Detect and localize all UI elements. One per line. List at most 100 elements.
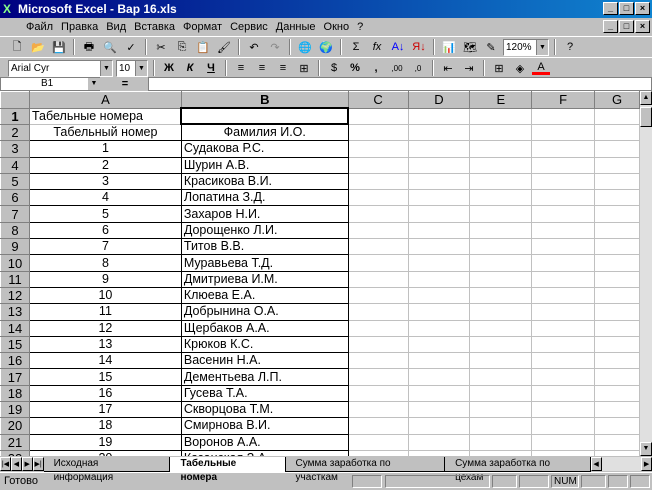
- cell[interactable]: [594, 417, 640, 435]
- menu-format[interactable]: Формат: [183, 18, 222, 36]
- cell[interactable]: [407, 286, 471, 305]
- column-header-F[interactable]: F: [531, 91, 596, 109]
- cell[interactable]: [469, 254, 533, 272]
- column-header-E[interactable]: E: [469, 91, 533, 109]
- row-header[interactable]: 15: [0, 335, 30, 354]
- zoom-select[interactable]: 120% ▼: [503, 38, 549, 56]
- cell[interactable]: [594, 205, 640, 223]
- decrease-decimal-icon[interactable]: ,0: [409, 60, 427, 77]
- office-assistant-icon[interactable]: ?: [561, 39, 579, 56]
- cell-a[interactable]: 1: [28, 140, 182, 158]
- cell[interactable]: [347, 384, 409, 403]
- cell-a[interactable]: 14: [28, 352, 182, 370]
- function-icon[interactable]: fx: [368, 39, 386, 56]
- menu-help[interactable]: ?: [357, 18, 363, 36]
- maximize-button[interactable]: □: [619, 2, 634, 15]
- cell[interactable]: [531, 417, 596, 435]
- cell[interactable]: [469, 238, 533, 256]
- cell[interactable]: [407, 384, 471, 403]
- cell[interactable]: [347, 319, 409, 337]
- cell[interactable]: [347, 417, 409, 435]
- cell[interactable]: [407, 401, 471, 419]
- cell[interactable]: [469, 352, 533, 370]
- cell[interactable]: [407, 417, 471, 435]
- formula-input[interactable]: [148, 77, 652, 91]
- cell-a[interactable]: 18: [28, 417, 182, 435]
- cell[interactable]: [407, 172, 471, 191]
- cell[interactable]: [531, 335, 596, 354]
- undo-icon[interactable]: ↶: [245, 39, 263, 56]
- cell-b[interactable]: Клюева Е.А.: [180, 286, 349, 305]
- row-header[interactable]: 16: [0, 352, 30, 370]
- column-header-C[interactable]: C: [347, 91, 409, 109]
- cell[interactable]: [531, 205, 596, 223]
- print-icon[interactable]: 🖶: [80, 39, 98, 56]
- cell[interactable]: [594, 140, 640, 158]
- cell[interactable]: [407, 140, 471, 158]
- cell[interactable]: [594, 319, 640, 337]
- cell-a[interactable]: 11: [28, 303, 182, 321]
- cell[interactable]: [407, 123, 471, 142]
- cell-a[interactable]: 10: [28, 286, 182, 305]
- row-header[interactable]: 4: [0, 156, 30, 174]
- cell[interactable]: [347, 303, 409, 321]
- column-header-A[interactable]: A: [28, 91, 182, 109]
- row-header[interactable]: 13: [0, 303, 30, 321]
- cell[interactable]: [469, 335, 533, 354]
- increase-indent-icon[interactable]: ⇥: [460, 60, 478, 77]
- row-header[interactable]: 21: [0, 433, 30, 451]
- cell[interactable]: [347, 433, 409, 451]
- cell[interactable]: [407, 433, 471, 451]
- cell-b[interactable]: Лопатина З.Д.: [180, 189, 349, 207]
- cell[interactable]: [531, 401, 596, 419]
- cell-a[interactable]: Табельный номер: [28, 123, 182, 142]
- save-icon[interactable]: 💾: [50, 39, 68, 56]
- cell[interactable]: [531, 303, 596, 321]
- fill-color-icon[interactable]: ◈: [511, 60, 529, 77]
- cell[interactable]: [469, 368, 533, 386]
- cell[interactable]: [531, 156, 596, 174]
- menu-data[interactable]: Данные: [276, 18, 316, 36]
- cell[interactable]: [594, 335, 640, 354]
- cell-b[interactable]: Титов В.В.: [180, 238, 349, 256]
- cell[interactable]: [594, 401, 640, 419]
- increase-decimal-icon[interactable]: ,00: [388, 60, 406, 77]
- menu-insert[interactable]: Вставка: [134, 18, 175, 36]
- spelling-icon[interactable]: ✓: [122, 39, 140, 56]
- doc-restore-button[interactable]: □: [619, 20, 634, 33]
- cell[interactable]: [407, 352, 471, 370]
- cell-b[interactable]: [180, 106, 350, 126]
- cell-a[interactable]: 13: [28, 335, 182, 354]
- cell[interactable]: [531, 352, 596, 370]
- cell-a[interactable]: 12: [28, 319, 182, 337]
- cell-b[interactable]: Дмитриева И.М.: [180, 270, 349, 288]
- cell[interactable]: [469, 270, 533, 288]
- cell[interactable]: [531, 433, 596, 451]
- sheet-tab-shops[interactable]: Сумма заработка по цехам: [445, 456, 591, 483]
- font-size-select[interactable]: 10 ▼: [116, 59, 148, 77]
- redo-icon[interactable]: ↷: [266, 39, 284, 56]
- underline-button[interactable]: Ч: [202, 60, 220, 77]
- cell-b[interactable]: Дементьева Л.П.: [180, 368, 349, 386]
- cell[interactable]: [347, 270, 409, 288]
- hyperlink-icon[interactable]: 🌐: [296, 39, 314, 56]
- cell[interactable]: [469, 319, 533, 337]
- cell-b[interactable]: Захаров Н.И.: [180, 205, 349, 223]
- cell[interactable]: [407, 368, 471, 386]
- doc-minimize-button[interactable]: _: [603, 20, 618, 33]
- cell-a[interactable]: Табельные номера: [28, 107, 182, 125]
- row-header[interactable]: 19: [0, 401, 30, 419]
- cell-b[interactable]: Гусева Т.А.: [180, 384, 349, 403]
- cell[interactable]: [469, 107, 533, 125]
- cell[interactable]: [594, 238, 640, 256]
- sort-descending-icon[interactable]: Я↓: [410, 39, 428, 56]
- cell[interactable]: [594, 384, 640, 403]
- cell[interactable]: [469, 221, 533, 240]
- first-sheet-icon[interactable]: |◀: [0, 457, 11, 471]
- cell-a[interactable]: 15: [28, 368, 182, 386]
- cell[interactable]: [594, 123, 640, 142]
- cell[interactable]: [594, 270, 640, 288]
- select-all-corner[interactable]: [0, 91, 30, 109]
- cell[interactable]: [469, 384, 533, 403]
- menu-file[interactable]: Файл: [26, 18, 53, 36]
